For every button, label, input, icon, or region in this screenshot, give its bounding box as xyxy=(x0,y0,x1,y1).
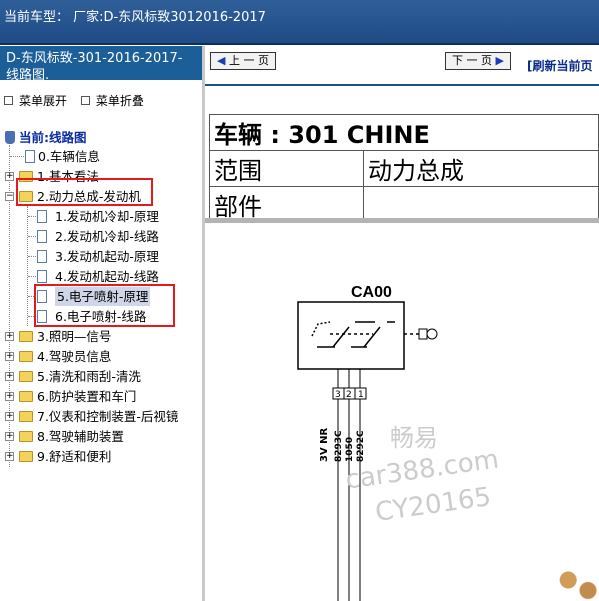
folder-icon xyxy=(19,391,33,402)
nav-divider xyxy=(205,84,599,86)
folder-icon xyxy=(19,331,33,342)
tree-item-protection-doors[interactable]: + 6.防护装置和车门 xyxy=(0,387,200,406)
tree-guide xyxy=(10,156,26,157)
pin-label: 3 xyxy=(335,390,341,400)
expand-plus-icon[interactable]: + xyxy=(5,332,14,341)
diagram-icon xyxy=(5,131,15,144)
folder-icon xyxy=(19,431,33,442)
tree-item-wash-wipe[interactable]: + 5.清洗和雨刮-清洗 xyxy=(0,367,200,386)
vehicle-cell: 车辆 : 301 CHINE xyxy=(209,114,599,151)
folder-icon xyxy=(19,451,33,462)
corner-ornament xyxy=(555,566,599,601)
next-page-button[interactable]: 下 一 页 ▶ xyxy=(445,52,511,70)
expand-plus-icon[interactable]: + xyxy=(5,432,14,441)
refresh-link[interactable]: [刷新当前页 xyxy=(527,57,593,74)
wire-labels: 3V NR 8293C 1050 8292C xyxy=(319,427,366,462)
tree-item-comfort[interactable]: + 9.舒适和便利 xyxy=(0,447,200,466)
watermark-text: 畅易 xyxy=(390,424,438,452)
wiring-diagram: CA00 3 2 1 3V NR 8293C 1050 8292C xyxy=(297,284,438,601)
scope-value: 动力总成 xyxy=(363,150,599,187)
pin-label: 2 xyxy=(346,390,352,400)
component-box xyxy=(297,301,405,370)
tree-item-driver-info[interactable]: + 4.驾驶员信息 xyxy=(0,347,200,366)
tree-item-vehicle-info[interactable]: 0.车辆信息 xyxy=(0,147,200,166)
window-title: 当前车型： 厂家:D-东风标致3012016-2017 xyxy=(4,10,266,25)
menu-collapse-button[interactable]: 菜单折叠 xyxy=(80,94,144,108)
tree-item-driving-assist[interactable]: + 8.驾驶辅助装置 xyxy=(0,427,200,446)
document-icon xyxy=(37,250,47,263)
wire-label: 8293C xyxy=(334,430,344,462)
document-icon xyxy=(37,210,47,223)
folder-icon xyxy=(19,351,33,362)
sidebar-header: D-东风标致-301-2016-2017- 线路图. xyxy=(0,46,202,80)
expand-plus-icon[interactable]: + xyxy=(5,392,14,401)
tree-item-lighting-signal[interactable]: + 3.照明—信号 xyxy=(0,327,200,346)
expand-plus-icon[interactable]: + xyxy=(5,352,14,361)
expand-plus-icon[interactable]: + xyxy=(5,372,14,381)
collapse-minus-icon[interactable]: − xyxy=(5,192,14,201)
wire-label: 1050 xyxy=(345,437,355,462)
tree-item-instruments-mirrors[interactable]: + 7.仪表和控制装置-后视镜 xyxy=(0,407,200,426)
tree-guide xyxy=(28,276,36,277)
tree-guide xyxy=(28,216,36,217)
menu-controls: 菜单展开 菜单折叠 xyxy=(4,92,154,109)
tree-item-engine-cooling-principle[interactable]: 1.发动机冷却-原理 xyxy=(0,207,200,226)
component-label: CA00 xyxy=(351,284,392,301)
document-icon xyxy=(25,150,35,163)
tree-root[interactable]: 当前:线路图 xyxy=(0,128,200,147)
title-bar: 当前车型： 厂家:D-东风标致3012016-2017 xyxy=(0,0,599,45)
highlight-box-efi xyxy=(34,284,175,327)
pin-label: 1 xyxy=(358,390,364,400)
connector-pins: 3 2 1 xyxy=(332,387,367,400)
highlight-box-powertrain xyxy=(16,178,153,206)
document-icon xyxy=(37,270,47,283)
scope-label: 范围 xyxy=(209,150,364,187)
expand-square-icon xyxy=(4,96,13,105)
arrow-right-icon: ▶ xyxy=(495,54,504,67)
sidebar: D-东风标致-301-2016-2017- 线路图. 菜单展开 菜单折叠 当前:… xyxy=(0,46,205,601)
document-icon xyxy=(37,230,47,243)
content-divider xyxy=(205,218,599,223)
folder-icon xyxy=(19,411,33,422)
arrow-left-icon: ◀ xyxy=(217,54,226,67)
expand-plus-icon[interactable]: + xyxy=(5,412,14,421)
tree-item-engine-start-principle[interactable]: 3.发动机起动-原理 xyxy=(0,247,200,266)
tree-guide xyxy=(28,236,36,237)
folder-icon xyxy=(19,371,33,382)
collapse-square-icon xyxy=(80,96,90,105)
title-separator xyxy=(0,43,599,45)
tree-guide xyxy=(28,256,36,257)
expand-plus-icon[interactable]: + xyxy=(5,172,14,181)
wire-label: 3V NR xyxy=(319,427,330,462)
tree-item-engine-cooling-wiring[interactable]: 2.发动机冷却-线路 xyxy=(0,227,200,246)
info-table: 车辆 : 301 CHINE 范围 动力总成 部件 xyxy=(209,114,599,223)
prev-page-button[interactable]: ◀ 上 一 页 xyxy=(210,52,276,70)
menu-expand-button[interactable]: 菜单展开 xyxy=(4,94,67,108)
key-icon xyxy=(418,328,438,340)
expand-plus-icon[interactable]: + xyxy=(5,452,14,461)
wire-label: 8292C xyxy=(356,430,366,462)
page-nav: ◀ 上 一 页 下 一 页 ▶ [刷新当前页 xyxy=(205,46,599,82)
